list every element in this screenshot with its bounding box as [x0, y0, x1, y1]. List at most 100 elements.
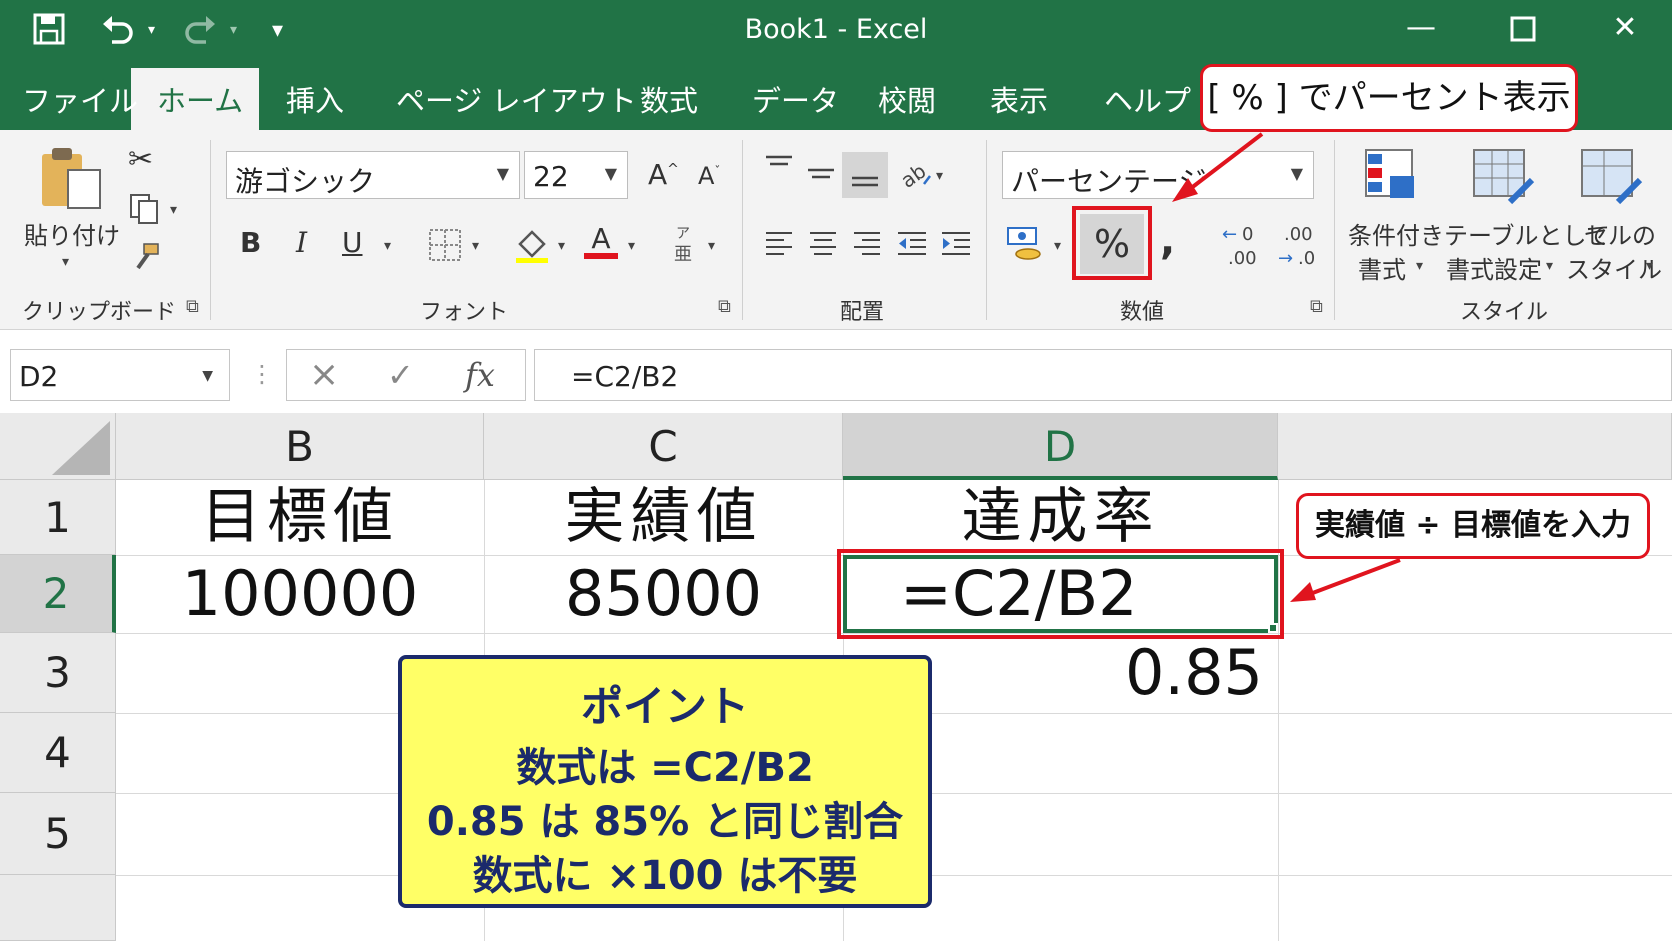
comma-style-button[interactable]: , — [1160, 218, 1175, 264]
tab-review[interactable]: 校閲 — [878, 78, 936, 120]
accounting-dropdown-icon[interactable]: ▾ — [1054, 238, 1061, 254]
copy-icon[interactable] — [128, 192, 162, 230]
underline-dropdown-icon[interactable]: ▾ — [384, 238, 391, 254]
cut-icon[interactable]: ✂ — [128, 142, 153, 177]
cell-d1[interactable]: 達成率 — [843, 480, 1278, 555]
close-icon[interactable]: ✕ — [1600, 10, 1650, 45]
column-header-d[interactable]: D — [843, 413, 1278, 480]
phonetic-dropdown-icon[interactable]: ▾ — [708, 238, 715, 254]
paste-button-label[interactable]: 貼り付け — [24, 216, 120, 251]
enter-icon[interactable]: ✓ — [387, 356, 414, 394]
column-header-b[interactable]: B — [116, 413, 484, 480]
format-painter-icon[interactable] — [130, 242, 162, 278]
tab-help[interactable]: ヘルプ — [1104, 78, 1191, 120]
decrease-decimal-icon[interactable]: .00 → .0 — [1276, 220, 1324, 274]
insert-function-icon[interactable]: fx — [465, 356, 495, 394]
formula-bar-splitter[interactable]: ⋮ — [250, 360, 274, 388]
row-header-6[interactable] — [0, 875, 116, 941]
accounting-format-icon[interactable] — [1004, 222, 1044, 266]
chevron-down-icon: ▼ — [496, 164, 509, 183]
styles-group-label: スタイル — [1460, 300, 1549, 325]
format-as-table-icon[interactable] — [1470, 146, 1536, 212]
row-header-2[interactable]: 2 — [0, 555, 116, 633]
format-as-table-label-2[interactable]: 書式設定 — [1446, 250, 1542, 285]
tab-formulas[interactable]: 数式 — [640, 78, 698, 120]
conditional-formatting-label-1[interactable]: 条件付き — [1348, 216, 1444, 251]
cell-c2[interactable]: 85000 — [484, 555, 843, 633]
ribbon-separator — [986, 140, 987, 320]
row-header-5[interactable]: 5 — [0, 793, 116, 875]
tab-insert[interactable]: 挿入 — [286, 78, 344, 120]
font-launcher-icon[interactable]: ⧉ — [718, 296, 731, 317]
tab-view[interactable]: 表示 — [990, 78, 1048, 120]
conditional-formatting-icon[interactable] — [1362, 146, 1420, 208]
svg-text:←: ← — [1222, 224, 1237, 245]
cell-c1[interactable]: 実績値 — [484, 480, 843, 555]
cell-b1[interactable]: 目標値 — [116, 480, 484, 555]
number-launcher-icon[interactable]: ⧉ — [1310, 296, 1323, 317]
alignment-group-label: 配置 — [840, 300, 885, 325]
align-top-icon[interactable] — [764, 154, 794, 184]
ribbon-separator — [742, 140, 743, 320]
svg-text:ab: ab — [898, 159, 930, 190]
row-header-1[interactable]: 1 — [0, 480, 116, 555]
row-header-4[interactable]: 4 — [0, 713, 116, 793]
phonetic-icon[interactable]: ア亜 — [670, 224, 698, 268]
grow-font-button[interactable]: A^ — [648, 158, 679, 191]
cell-styles-dropdown-icon[interactable]: ▾ — [1646, 258, 1653, 274]
format-as-table-dropdown-icon[interactable]: ▾ — [1546, 258, 1553, 274]
shrink-font-button[interactable]: Aˇ — [698, 162, 720, 190]
underline-button[interactable]: U — [342, 226, 363, 259]
column-header-e[interactable] — [1278, 413, 1672, 480]
font-color-dropdown-icon[interactable]: ▾ — [628, 238, 635, 254]
paste-dropdown-icon[interactable]: ▾ — [62, 254, 69, 270]
font-name-value: 游ゴシック — [235, 165, 376, 198]
align-bottom-icon[interactable] — [842, 152, 888, 198]
borders-dropdown-icon[interactable]: ▾ — [472, 238, 479, 254]
maximize-icon[interactable] — [1498, 10, 1548, 50]
chevron-down-icon: ▼ — [604, 164, 617, 183]
column-header-c[interactable]: C — [484, 413, 843, 480]
cell-styles-icon[interactable] — [1578, 146, 1644, 212]
tab-page-layout[interactable]: ページ レイアウト — [396, 78, 637, 120]
svg-text:.00: .00 — [1228, 248, 1257, 269]
orientation-icon[interactable]: ab — [896, 158, 932, 194]
point-line-3: 数式に ×100 は不要 — [472, 853, 858, 899]
increase-indent-icon[interactable] — [940, 228, 972, 262]
italic-button[interactable]: I — [296, 226, 307, 259]
fill-color-icon[interactable] — [512, 224, 552, 268]
select-all-button[interactable] — [0, 413, 116, 480]
increase-decimal-icon[interactable]: ← 0 .00 — [1218, 220, 1266, 274]
align-middle-icon[interactable] — [806, 162, 836, 192]
minimize-icon[interactable]: — — [1396, 10, 1446, 45]
font-name-combo[interactable]: 游ゴシック ▼ — [226, 151, 520, 199]
number-format-combo[interactable]: パーセンテージ ▼ — [1002, 151, 1314, 199]
point-line-1: 数式は =C2/B2 — [516, 745, 814, 791]
font-color-button[interactable]: A — [584, 222, 618, 259]
decrease-indent-icon[interactable] — [896, 228, 928, 262]
align-right-icon[interactable] — [852, 228, 882, 262]
align-center-icon[interactable] — [808, 228, 838, 262]
cancel-icon[interactable]: × — [309, 354, 339, 395]
conditional-formatting-dropdown-icon[interactable]: ▾ — [1416, 258, 1423, 274]
conditional-formatting-label-2[interactable]: 書式 — [1358, 250, 1406, 285]
name-box[interactable]: D2 ▼ — [10, 349, 230, 401]
svg-text:亜: 亜 — [674, 244, 692, 264]
align-left-icon[interactable] — [764, 228, 794, 262]
copy-dropdown-icon[interactable]: ▾ — [170, 202, 177, 218]
orientation-dropdown-icon[interactable]: ▾ — [936, 168, 943, 184]
clipboard-launcher-icon[interactable]: ⧉ — [186, 296, 199, 317]
font-size-combo[interactable]: 22 ▼ — [524, 151, 628, 199]
paste-icon[interactable] — [38, 146, 104, 214]
cell-b2[interactable]: 100000 — [116, 555, 484, 633]
formula-input[interactable]: =C2/B2 — [534, 349, 1672, 401]
svg-text:ア: ア — [676, 226, 690, 242]
row-header-3[interactable]: 3 — [0, 633, 116, 713]
tab-file[interactable]: ファイル — [22, 78, 138, 120]
bold-button[interactable]: B — [240, 226, 261, 259]
fill-color-dropdown-icon[interactable]: ▾ — [558, 238, 565, 254]
cell-styles-label-1[interactable]: セルの — [1584, 216, 1656, 251]
tab-data[interactable]: データ — [752, 78, 839, 120]
borders-icon[interactable] — [428, 228, 462, 266]
tab-home[interactable]: ホーム — [157, 78, 243, 120]
